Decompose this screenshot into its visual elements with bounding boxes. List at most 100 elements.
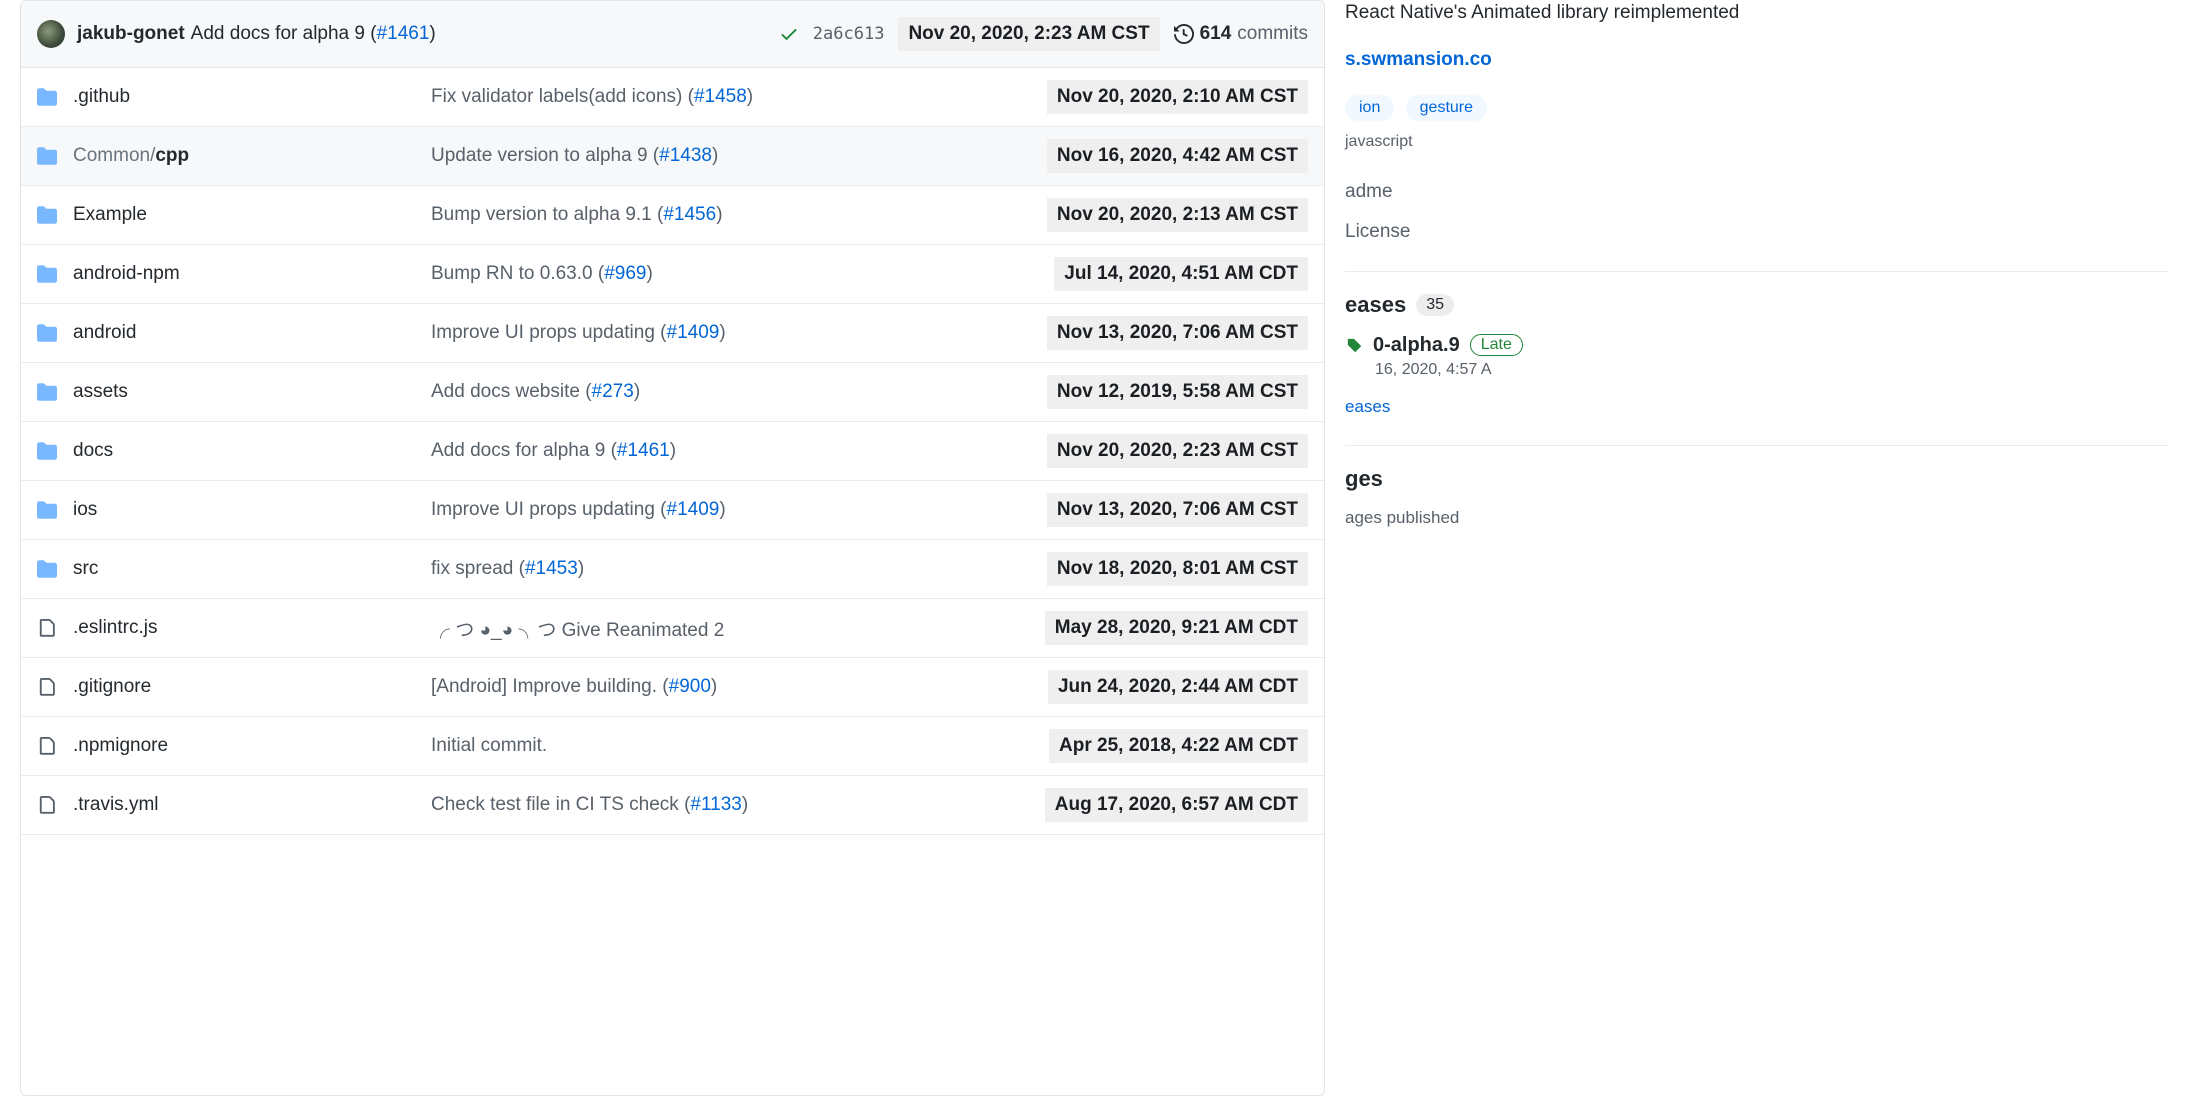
pr-link[interactable]: #1461 xyxy=(377,23,430,44)
file-name[interactable]: android-npm xyxy=(73,263,431,285)
commit-message[interactable]: fix spread (#1453) xyxy=(431,558,1047,580)
commit-date: Nov 18, 2020, 8:01 AM CST xyxy=(1047,552,1308,586)
latest-release[interactable]: 0-alpha.9 Late xyxy=(1345,334,2168,357)
file-row: .npmignoreInitial commit.Apr 25, 2018, 4… xyxy=(21,717,1324,776)
file-row: assetsAdd docs website (#273)Nov 12, 201… xyxy=(21,363,1324,422)
file-icon xyxy=(37,677,73,697)
releases-count: 35 xyxy=(1416,294,1454,316)
commit-message[interactable]: Improve UI props updating (#1409) xyxy=(431,499,1047,521)
pr-link[interactable]: #1438 xyxy=(659,145,712,166)
author-avatar[interactable] xyxy=(37,20,65,48)
commit-date: Jul 14, 2020, 4:51 AM CDT xyxy=(1054,257,1308,291)
folder-icon xyxy=(37,87,73,107)
tag-icon xyxy=(1345,334,1363,356)
commit-message[interactable]: [Android] Improve building. (#900) xyxy=(431,676,1048,698)
folder-icon xyxy=(37,264,73,284)
commit-message[interactable]: Add docs website (#273) xyxy=(431,381,1047,403)
release-date: 16, 2020, 4:57 A xyxy=(1375,361,2168,379)
topics: ion gesture javascript xyxy=(1345,95,2168,163)
file-name[interactable]: .github xyxy=(73,86,431,108)
commits-link[interactable]: 614 commits xyxy=(1174,23,1308,45)
commit-message[interactable]: Update version to alpha 9 (#1438) xyxy=(431,145,1047,167)
pr-link[interactable]: #969 xyxy=(604,263,646,284)
file-row: ExampleBump version to alpha 9.1 (#1456)… xyxy=(21,186,1324,245)
commit-date: Nov 13, 2020, 7:06 AM CST xyxy=(1047,493,1308,527)
file-name[interactable]: Common/cpp xyxy=(73,145,431,167)
commits-count: 614 xyxy=(1200,23,1232,45)
file-icon xyxy=(37,618,73,638)
file-icon xyxy=(37,795,73,815)
pr-link[interactable]: #1456 xyxy=(663,204,716,225)
pr-link[interactable]: #1133 xyxy=(690,794,741,815)
file-name[interactable]: .gitignore xyxy=(73,676,431,698)
checks-success-icon[interactable] xyxy=(779,23,799,45)
file-name[interactable]: .travis.yml xyxy=(73,794,431,816)
commit-message[interactable]: Bump version to alpha 9.1 (#1456) xyxy=(431,204,1047,226)
no-packages: ages published xyxy=(1345,508,2168,528)
commit-author[interactable]: jakub-gonet xyxy=(77,23,185,45)
commit-title-text: Add docs for alpha 9 ( xyxy=(191,23,377,44)
license-label: License xyxy=(1345,221,1411,243)
releases-heading[interactable]: eases 35 xyxy=(1345,292,2168,318)
all-releases-link[interactable]: eases xyxy=(1345,397,2168,417)
file-row: .githubFix validator labels(add icons) (… xyxy=(21,68,1324,127)
file-name[interactable]: assets xyxy=(73,381,431,403)
commit-date: May 28, 2020, 9:21 AM CDT xyxy=(1045,611,1308,645)
commit-message[interactable]: Check test file in CI TS check (#1133) xyxy=(431,794,1045,816)
file-row: .eslintrc.js╭ つ ◕_◕ ╮つ Give Reanimated 2… xyxy=(21,599,1324,658)
releases-heading-text: eases xyxy=(1345,292,1406,318)
commit-message[interactable]: Add docs for alpha 9 (#1461) xyxy=(431,440,1047,462)
commit-title-end: ) xyxy=(429,23,435,44)
file-name[interactable]: Example xyxy=(73,204,431,226)
file-name[interactable]: ios xyxy=(73,499,431,521)
commit-message[interactable]: Improve UI props updating (#1409) xyxy=(431,322,1047,344)
packages-heading[interactable]: ges xyxy=(1345,466,2168,492)
pr-link[interactable]: #1409 xyxy=(667,322,720,343)
topic-pill[interactable]: gesture xyxy=(1406,95,1487,121)
folder-icon xyxy=(37,205,73,225)
license-link[interactable]: License xyxy=(1345,221,2168,243)
release-name: 0-alpha.9 xyxy=(1373,334,1460,357)
commit-message[interactable]: Bump RN to 0.63.0 (#969) xyxy=(431,263,1054,285)
file-name[interactable]: src xyxy=(73,558,431,580)
file-icon xyxy=(37,736,73,756)
commit-message[interactable]: ╭ つ ◕_◕ ╮つ Give Reanimated 2 xyxy=(431,615,1045,642)
pr-link[interactable]: #273 xyxy=(592,381,634,402)
file-name[interactable]: android xyxy=(73,322,431,344)
commit-date: Nov 13, 2020, 7:06 AM CST xyxy=(1047,316,1308,350)
commit-date: Nov 12, 2019, 5:58 AM CST xyxy=(1047,375,1308,409)
file-browser: jakub-gonet Add docs for alpha 9 (#1461)… xyxy=(20,0,1325,1096)
repo-sidebar: React Native's Animated library reimplem… xyxy=(1345,0,2192,528)
commit-sha[interactable]: 2a6c613 xyxy=(813,24,885,44)
file-row: android-npmBump RN to 0.63.0 (#969)Jul 1… xyxy=(21,245,1324,304)
folder-icon xyxy=(37,382,73,402)
commit-date: Nov 20, 2020, 2:23 AM CST xyxy=(1047,434,1308,468)
folder-icon xyxy=(37,559,73,579)
commit-message[interactable]: Fix validator labels(add icons) (#1458) xyxy=(431,86,1047,108)
pr-link[interactable]: #900 xyxy=(669,676,711,697)
pr-link[interactable]: #1409 xyxy=(667,499,720,520)
file-row: Common/cppUpdate version to alpha 9 (#14… xyxy=(21,127,1324,186)
topic-pill[interactable]: javascript xyxy=(1345,129,1427,155)
topic-pill[interactable]: ion xyxy=(1345,95,1394,121)
file-name[interactable]: .eslintrc.js xyxy=(73,617,431,639)
readme-link[interactable]: adme xyxy=(1345,181,2168,203)
file-name[interactable]: .npmignore xyxy=(73,735,431,757)
pr-link[interactable]: #1461 xyxy=(617,440,670,461)
commits-label: commits xyxy=(1237,23,1308,45)
file-row: srcfix spread (#1453)Nov 18, 2020, 8:01 … xyxy=(21,540,1324,599)
commit-title[interactable]: Add docs for alpha 9 (#1461) xyxy=(191,23,436,45)
commit-date: Aug 17, 2020, 6:57 AM CDT xyxy=(1045,788,1308,822)
folder-icon xyxy=(37,146,73,166)
latest-badge: Late xyxy=(1470,334,1523,356)
pr-link[interactable]: #1453 xyxy=(525,558,578,579)
file-row: docsAdd docs for alpha 9 (#1461)Nov 20, … xyxy=(21,422,1324,481)
pr-link[interactable]: #1458 xyxy=(694,86,747,107)
folder-icon xyxy=(37,323,73,343)
file-row: iosImprove UI props updating (#1409)Nov … xyxy=(21,481,1324,540)
file-name[interactable]: docs xyxy=(73,440,431,462)
commit-message[interactable]: Initial commit. xyxy=(431,735,1049,757)
packages-heading-text: ges xyxy=(1345,466,1383,492)
commit-date: Nov 16, 2020, 4:42 AM CST xyxy=(1047,139,1308,173)
about-link[interactable]: s.swmansion.co xyxy=(1345,49,2168,71)
